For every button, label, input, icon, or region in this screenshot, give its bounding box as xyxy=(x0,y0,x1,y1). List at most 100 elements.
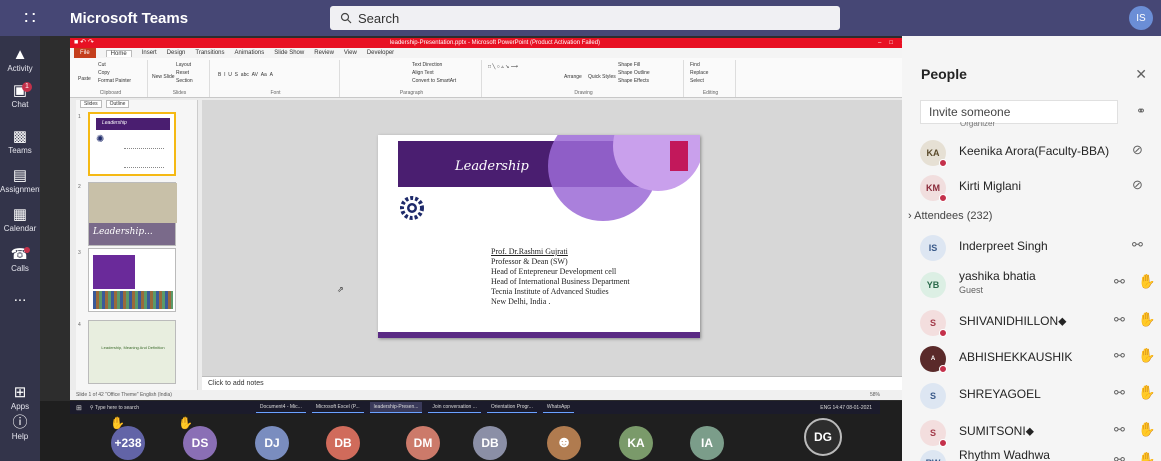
rail-teams[interactable]: ▩ Teams xyxy=(0,128,40,155)
shape-outline-button[interactable]: Shape Outline xyxy=(618,70,650,76)
find-button[interactable]: Find xyxy=(690,62,700,68)
taskbar-whatsapp[interactable]: WhatsApp xyxy=(542,402,574,413)
participant-row[interactable]: RW Rhythm Wadhwa ⚯ ✋ xyxy=(902,442,1161,461)
font-format-buttons[interactable]: B I U S abc AV Aa A xyxy=(218,72,273,78)
close-icon[interactable]: ✕ xyxy=(1135,66,1147,83)
participant-avatar[interactable]: DM xyxy=(406,426,440,460)
cut-button[interactable]: Cut xyxy=(98,62,106,68)
search-input[interactable]: Search xyxy=(330,6,840,30)
text-direction-button[interactable]: Text Direction xyxy=(412,62,442,68)
section-button[interactable]: Section xyxy=(176,78,193,84)
participant-row[interactable]: S SHIVANIDHILLON⬥ ⚯ ✋ xyxy=(902,302,1161,342)
tab-developer[interactable]: Developer xyxy=(367,50,394,56)
rail-chat[interactable]: ▣ 1 Chat xyxy=(0,82,40,109)
participant-avatar[interactable]: DS xyxy=(183,426,217,460)
paste-button[interactable]: Paste xyxy=(78,76,91,82)
raised-hand-icon: ✋ xyxy=(1138,384,1156,400)
copy-button[interactable]: Copy xyxy=(98,70,110,76)
participant-row[interactable]: IS Inderpreet Singh ⚯ xyxy=(902,227,1161,267)
taskbar-word[interactable]: Document4 - Mic... xyxy=(255,402,306,413)
participant-avatar[interactable]: DB xyxy=(326,426,360,460)
attendees-header[interactable]: › Attendees (232) xyxy=(908,210,992,222)
ribbon: Paste Cut Copy Format Painter Clipboard … xyxy=(70,58,920,98)
tab-outline[interactable]: Outline xyxy=(105,100,130,108)
windows-start-icon[interactable]: ⊞ xyxy=(76,404,82,412)
rail-activity[interactable]: ▲ Activity xyxy=(0,46,40,73)
rail-assignments[interactable]: ▤ Assignments xyxy=(0,167,46,194)
self-avatar[interactable]: DG xyxy=(804,418,842,456)
current-slide[interactable]: Leadership Prof. Dr.Rashmi Gujrati Profe… xyxy=(378,135,700,338)
slide-thumbnail-4[interactable]: Leadership, Meaning And Definition xyxy=(88,320,176,384)
tab-view[interactable]: View xyxy=(344,50,357,56)
layout-button[interactable]: Layout xyxy=(176,62,191,68)
tab-review[interactable]: Review xyxy=(314,50,334,56)
slide-title: Leadership xyxy=(455,159,529,174)
tab-design[interactable]: Design xyxy=(167,50,186,56)
slide-thumbnail-3[interactable] xyxy=(88,248,176,312)
quick-styles-button[interactable]: Quick Styles xyxy=(588,74,616,80)
rail-apps[interactable]: ⊞ Apps xyxy=(0,384,40,411)
shape-effects-button[interactable]: Shape Effects xyxy=(618,78,649,84)
replace-button[interactable]: Replace xyxy=(690,70,708,76)
tab-insert[interactable]: Insert xyxy=(142,50,157,56)
participant-row[interactable]: KM Kirti Miglani ⊘ xyxy=(902,167,1161,207)
quick-access-toolbar[interactable]: ■ ↶ ↷ xyxy=(74,38,94,48)
teams-icon: ▩ xyxy=(12,128,28,145)
chat-icon: ▣ xyxy=(12,82,28,99)
slide-thumbnail-1[interactable]: Leadership ✺ xyxy=(88,112,176,176)
taskbar-powerpoint[interactable]: leadership-Presen... xyxy=(369,402,423,413)
app-launcher-icon[interactable]: ∷ xyxy=(0,0,60,36)
taskbar-orientation[interactable]: Orientation Progr... xyxy=(486,402,537,413)
participant-row[interactable]: A ABHISHEKKAUSHIK ⚯ ✋ xyxy=(902,338,1161,378)
new-slide-button[interactable]: New Slide xyxy=(152,74,175,80)
taskbar-join-conversation[interactable]: Join conversation ... xyxy=(428,402,481,413)
rail-calls[interactable]: ☎ Calls xyxy=(0,246,40,273)
rail-calendar[interactable]: ▦ Calendar xyxy=(0,206,40,233)
slide-thumbnail-2[interactable]: Leadership... xyxy=(88,182,177,246)
participant-avatar[interactable]: DB xyxy=(473,426,507,460)
window-title: leadership-Presentation.pptx - Microsoft… xyxy=(389,40,601,46)
rail-help[interactable]: ⓘ Help xyxy=(0,414,40,441)
taskbar-search[interactable]: ⚲ Type here to search xyxy=(90,405,250,411)
reset-button[interactable]: Reset xyxy=(176,70,189,76)
tab-animations[interactable]: Animations xyxy=(235,50,265,56)
taskbar-excel[interactable]: Microsoft Excel (P... xyxy=(311,402,364,413)
align-text-button[interactable]: Align Text xyxy=(412,70,434,76)
smartart-button[interactable]: Convert to SmartArt xyxy=(412,78,456,84)
institute-logo-icon xyxy=(400,196,424,220)
tab-home[interactable]: Home xyxy=(105,49,132,57)
zoom-level[interactable]: 58% xyxy=(870,390,880,400)
tab-slides[interactable]: Slides xyxy=(80,100,102,108)
rail-more[interactable]: ... xyxy=(0,288,40,306)
slide-editor[interactable]: Leadership Prof. Dr.Rashmi Gujrati Profe… xyxy=(202,100,912,376)
select-button[interactable]: Select xyxy=(690,78,704,84)
invite-input[interactable]: Invite someone xyxy=(920,100,1118,124)
shapes-gallery[interactable]: □ ╲ ○ ▵ ↘ ⟶ xyxy=(488,64,518,70)
participant-photo[interactable]: ☻ xyxy=(547,426,581,460)
arrange-button[interactable]: Arrange xyxy=(564,74,582,80)
participant-avatar[interactable]: DJ xyxy=(255,426,289,460)
overflow-count[interactable]: +238 xyxy=(111,426,145,460)
ribbon-tabs: File Home Insert Design Transitions Anim… xyxy=(70,48,920,58)
teams-header: ∷ Microsoft Teams Search IS xyxy=(0,0,1161,36)
participant-avatar[interactable]: KA xyxy=(619,426,653,460)
tab-slide-show[interactable]: Slide Show xyxy=(274,50,304,56)
windows-taskbar: ⊞ ⚲ Type here to search Document4 - Mic.… xyxy=(70,401,880,414)
notes-pane[interactable]: Click to add notes xyxy=(202,376,912,390)
format-painter-button[interactable]: Format Painter xyxy=(98,78,131,84)
participant-row[interactable]: KA Keenika Arora(Faculty-BBA) ⊘ xyxy=(902,132,1161,172)
person-icon: ☻ xyxy=(555,434,573,451)
participant-row[interactable]: S SHREYAGOEL ⚯ ✋ xyxy=(902,375,1161,415)
mic-icon: ⚯ xyxy=(1114,422,1125,437)
participant-avatar[interactable]: IA xyxy=(690,426,724,460)
user-avatar[interactable]: IS xyxy=(1129,6,1153,30)
group-paragraph: Text Direction Align Text Convert to Sma… xyxy=(342,60,482,97)
group-font: B I U S abc AV Aa A Font xyxy=(212,60,340,97)
help-icon: ⓘ xyxy=(12,414,28,431)
shape-fill-button[interactable]: Shape Fill xyxy=(618,62,640,68)
share-invite-icon[interactable]: ⚭ xyxy=(1136,104,1146,118)
tab-transitions[interactable]: Transitions xyxy=(195,50,224,56)
participant-row[interactable]: YB yashika bhatia Guest ⚯ ✋ xyxy=(902,264,1161,304)
tab-file[interactable]: File xyxy=(74,48,96,58)
guest-label: Guest xyxy=(959,285,984,295)
